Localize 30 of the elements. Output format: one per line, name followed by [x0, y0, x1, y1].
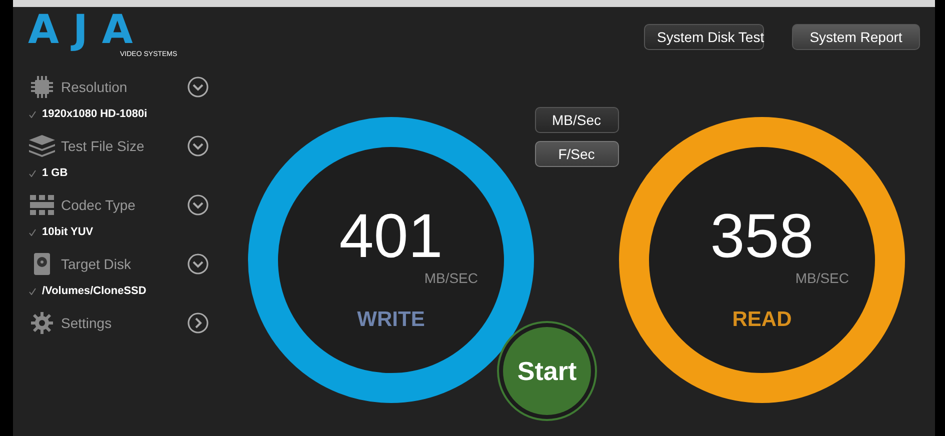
selected-value: 1 GB — [42, 167, 68, 179]
section-label[interactable]: Settings — [61, 315, 187, 331]
start-button[interactable]: Start — [497, 321, 597, 421]
selected-value: 1920x1080 HD-1080i — [42, 108, 148, 120]
chevron-right-icon[interactable] — [187, 312, 209, 334]
unit-toggle[interactable]: F/Sec — [534, 141, 618, 167]
unit-toggle[interactable]: MB/Sec — [534, 107, 618, 133]
logo-text: AJA — [28, 10, 147, 50]
chevron-down-icon[interactable] — [187, 135, 209, 157]
chevron-down-icon[interactable] — [187, 76, 209, 98]
gear-icon — [31, 312, 53, 334]
chevron-down-icon[interactable] — [187, 253, 209, 275]
section-label[interactable]: Test File Size — [61, 138, 187, 154]
speed-value: 358 — [710, 206, 814, 268]
chip-icon — [31, 76, 53, 98]
layers-icon — [29, 135, 55, 157]
gauge-label: WRITE — [357, 308, 425, 332]
speed-value: 401 — [339, 206, 443, 268]
selected-value: 10bit YUV — [42, 226, 94, 238]
section-label[interactable]: Resolution — [61, 79, 187, 95]
chevron-down-icon[interactable] — [187, 194, 209, 216]
section-label[interactable]: Codec Type — [61, 197, 187, 213]
unit-label: MB/SEC — [795, 270, 849, 286]
gauge-label: READ — [732, 308, 792, 332]
section-label[interactable]: Target Disk — [61, 256, 187, 272]
toolbar-button[interactable]: System Disk Test — [644, 24, 764, 50]
selected-value: /Volumes/CloneSSD — [42, 285, 146, 297]
unit-label: MB/SEC — [424, 270, 478, 286]
grid-icon — [30, 195, 54, 215]
toolbar-button[interactable]: System Report — [792, 24, 920, 50]
